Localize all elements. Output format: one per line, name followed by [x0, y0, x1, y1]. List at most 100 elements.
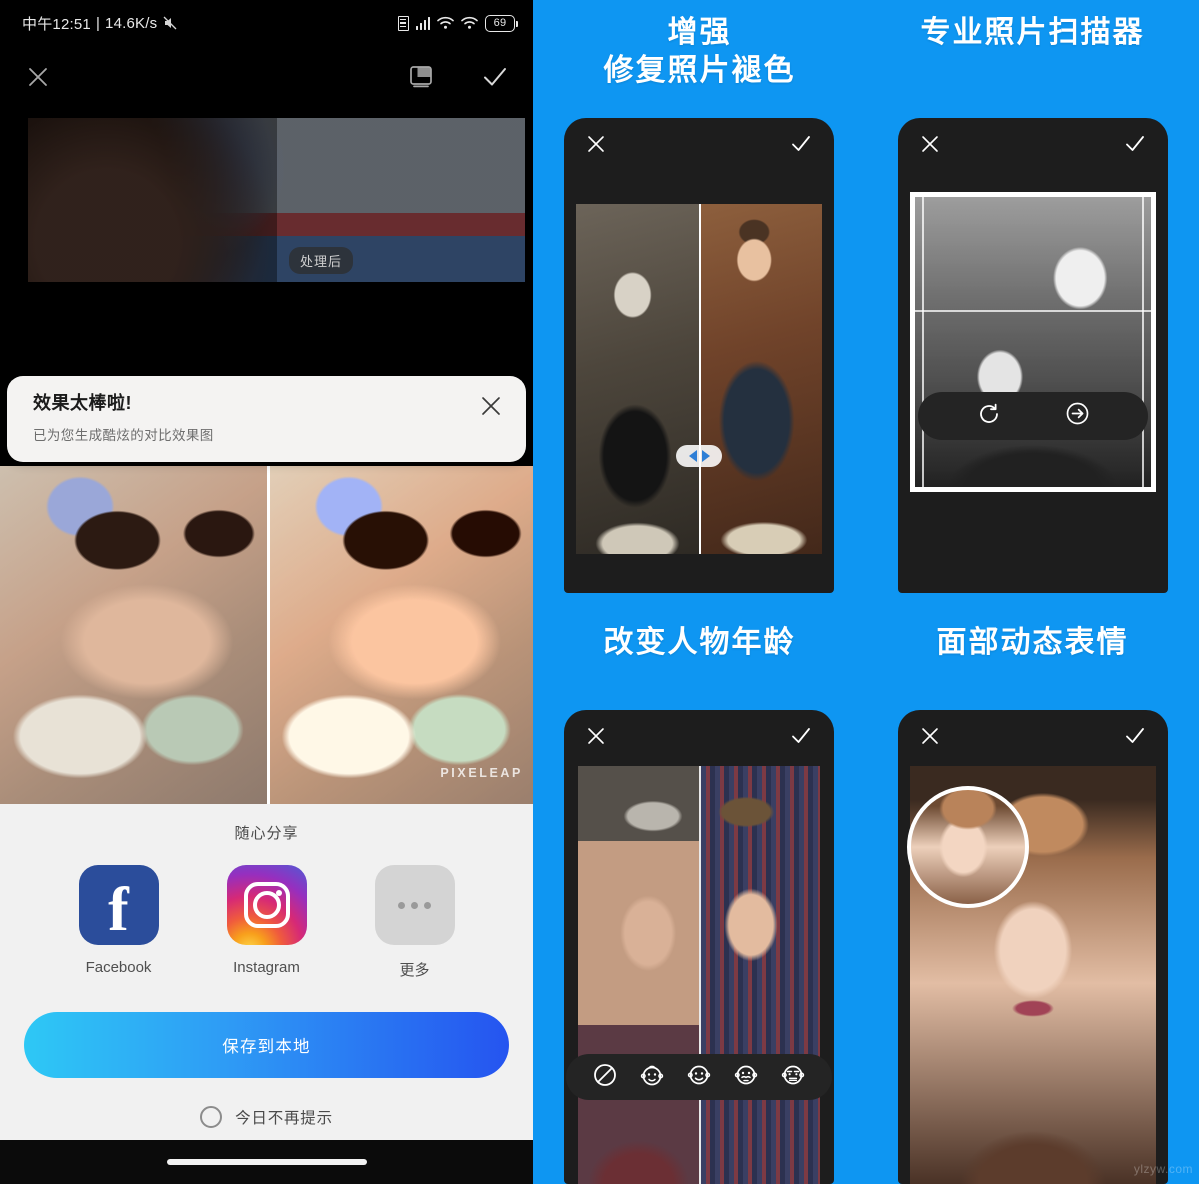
save-to-local-button[interactable]: 保存到本地	[24, 1012, 509, 1078]
status-badge: 处理后	[289, 247, 354, 274]
status-bar-right: 69	[397, 14, 519, 32]
home-indicator-bar	[0, 1140, 533, 1184]
promo-cell-face: 面部动态表情	[866, 624, 1199, 662]
mockup-toolbar	[898, 118, 1168, 174]
photo-colorized	[701, 204, 822, 554]
age-effect-toolbar	[566, 1054, 832, 1100]
close-icon[interactable]	[476, 391, 506, 421]
young-face-icon[interactable]	[686, 1062, 712, 1093]
home-indicator[interactable]	[166, 1159, 367, 1165]
promo-heading: 专业照片扫描器	[920, 16, 1145, 49]
promo-heading: 增强 修复照片褪色	[603, 16, 796, 88]
preview-right-mask	[525, 118, 533, 282]
signal-bars-icon	[415, 16, 430, 30]
close-icon[interactable]	[586, 726, 606, 751]
photo-before-half	[576, 204, 699, 554]
share-target-facebook[interactable]: f Facebook	[71, 865, 167, 980]
scan-guide-vertical-left	[922, 192, 924, 492]
toast-text-group: 效果太棒啦! 已为您生成酷炫的对比效果图	[33, 389, 214, 444]
adult-face-icon[interactable]	[733, 1062, 759, 1093]
status-bar: 中午12:51 | 14.6K/s 69	[0, 0, 533, 46]
close-icon[interactable]	[586, 134, 606, 159]
chevron-right-icon	[701, 450, 710, 462]
baby-face-icon[interactable]	[639, 1062, 665, 1093]
promo-heading: 改变人物年龄	[603, 626, 796, 659]
photo-bw	[576, 204, 699, 554]
close-icon[interactable]	[920, 726, 940, 751]
mockup-screen	[564, 766, 834, 1184]
battery-indicator: 69	[485, 14, 519, 32]
screenshot-root: 中午12:51 | 14.6K/s 69 处理后 效果太棒啦! 已为您生成酷炫的…	[0, 0, 1199, 1184]
before-after-photo[interactable]	[576, 204, 822, 554]
share-target-more[interactable]: 更多	[367, 865, 463, 980]
original-preview-image[interactable]	[0, 118, 533, 282]
editor-toolbar	[0, 46, 533, 108]
promo-heading: 面部动态表情	[936, 626, 1129, 659]
facebook-icon: f	[78, 865, 159, 945]
share-target-label: 更多	[399, 962, 430, 979]
after-photo	[269, 466, 533, 804]
toast-notification: 效果太棒啦! 已为您生成酷炫的对比效果图	[7, 376, 526, 462]
mockup-toolbar	[564, 710, 834, 766]
check-icon[interactable]	[1124, 133, 1146, 160]
age-comparison-photo[interactable]	[578, 766, 820, 1184]
face-thumbnail[interactable]	[907, 786, 1029, 908]
status-time: 中午12:51	[22, 15, 91, 33]
before-photo	[0, 466, 267, 804]
preview-photo	[0, 118, 533, 282]
check-icon[interactable]	[790, 133, 812, 160]
result-after-half: PIXELEAP	[266, 466, 533, 804]
promo-panel: 增强 修复照片褪色 专业照片扫描器 改变人物年龄 面部动态表情 ylzyw.co…	[533, 0, 1199, 1184]
scanner-toolbar	[918, 392, 1148, 440]
chevron-left-icon	[688, 450, 697, 462]
share-target-label: Facebook	[85, 959, 152, 976]
instagram-icon	[226, 865, 307, 945]
rotate-icon[interactable]	[977, 402, 1001, 431]
image-watermark: PIXELEAP	[440, 766, 523, 780]
phone-mockup-age	[564, 710, 834, 1184]
no-effect-icon[interactable]	[592, 1062, 618, 1093]
photo-young	[701, 766, 820, 1184]
preview-left-mask	[0, 118, 28, 282]
share-app-list: f Facebook Instagram 更多	[0, 865, 533, 980]
scan-guide-vertical-right	[1142, 192, 1144, 492]
scan-guide-horizontal	[910, 310, 1156, 312]
dont-remind-today-label: 今日不再提示	[235, 1110, 333, 1127]
compare-layers-icon[interactable]	[405, 61, 437, 93]
battery-level: 69	[493, 17, 507, 29]
wifi-secondary-icon	[461, 16, 478, 30]
scanned-photo[interactable]	[910, 192, 1156, 492]
result-comparison-image[interactable]: PIXELEAP	[0, 466, 533, 804]
check-icon[interactable]	[479, 61, 511, 93]
wifi-icon	[437, 16, 454, 30]
status-bar-left: 中午12:51 | 14.6K/s	[22, 13, 178, 34]
toast-subtitle: 已为您生成酷炫的对比效果图	[33, 428, 214, 443]
share-target-instagram[interactable]: Instagram	[219, 865, 315, 980]
before-after-slider-handle[interactable]	[676, 445, 722, 467]
arrow-right-circle-icon[interactable]	[1065, 401, 1090, 431]
check-icon[interactable]	[790, 725, 812, 752]
share-sheet: 随心分享 f Facebook Instagram 更多 保存到本地 今日不再提…	[0, 804, 533, 1184]
toast-title: 效果太棒啦!	[33, 393, 132, 413]
age-young-half	[699, 766, 820, 1184]
old-face-icon[interactable]	[780, 1062, 806, 1093]
mockup-screen	[564, 204, 834, 554]
dont-remind-today-checkbox[interactable]: 今日不再提示	[0, 1106, 533, 1128]
promo-cell-restore: 增强 修复照片褪色	[533, 14, 866, 91]
mockup-toolbar	[564, 118, 834, 174]
mockup-toolbar	[898, 710, 1168, 766]
check-icon[interactable]	[1124, 725, 1146, 752]
close-icon[interactable]	[22, 61, 54, 93]
checkbox-circle-icon	[200, 1106, 223, 1128]
phone-mockup-face	[898, 710, 1168, 1184]
share-target-label: Instagram	[233, 959, 300, 976]
phone-mockup-scanner	[898, 118, 1168, 593]
photo-old	[578, 766, 699, 1184]
close-icon[interactable]	[920, 134, 940, 159]
age-old-half	[578, 766, 699, 1184]
corner-watermark: ylzyw.com	[1133, 1162, 1193, 1176]
status-separator: |	[95, 14, 101, 32]
share-sheet-title: 随心分享	[234, 825, 299, 842]
mockup-screen	[898, 186, 1168, 556]
sim-card-icon	[397, 15, 409, 31]
